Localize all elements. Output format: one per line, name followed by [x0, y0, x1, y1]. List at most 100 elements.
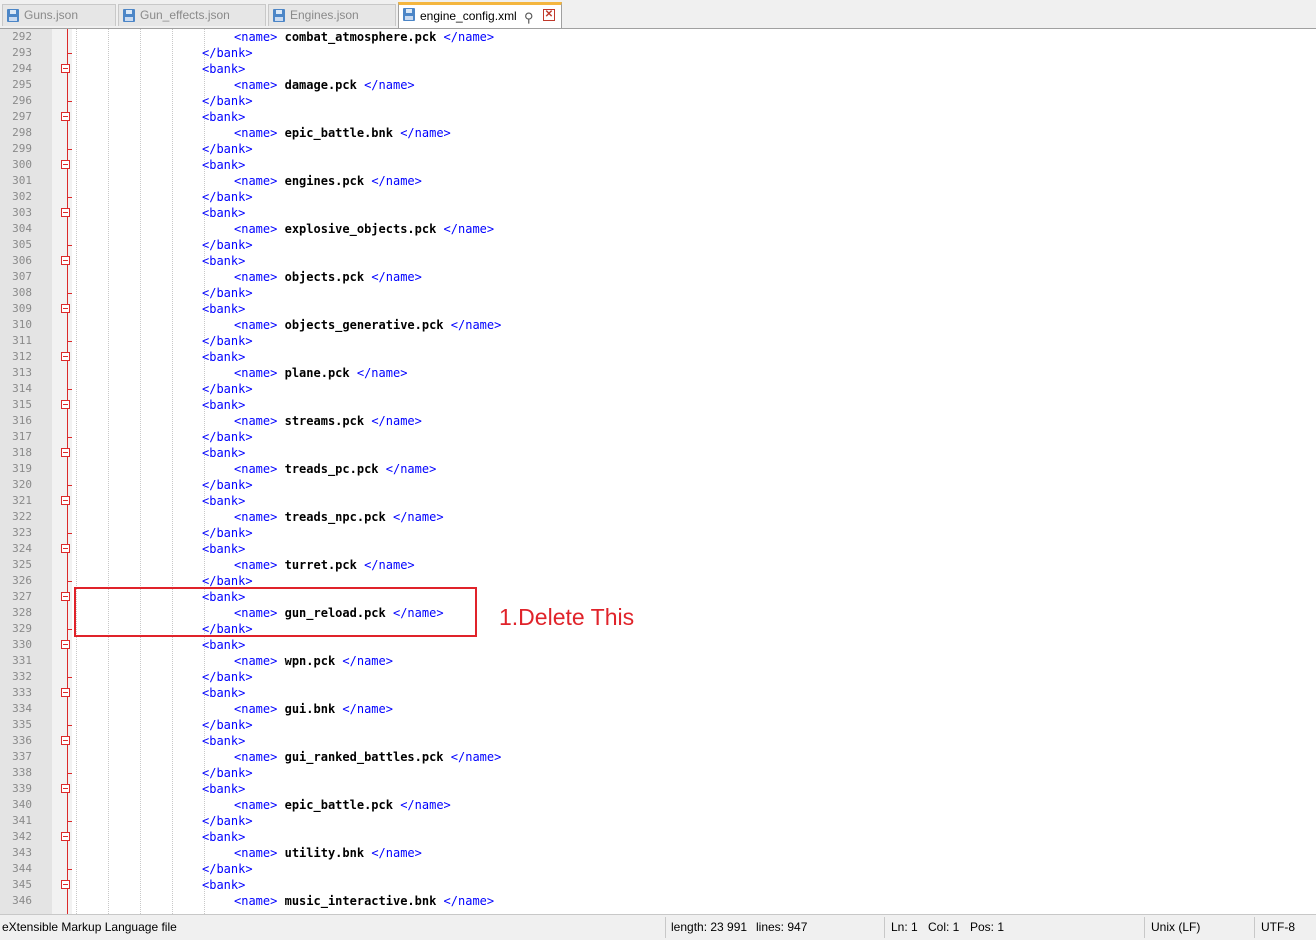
- code-line[interactable]: 312 <bank>: [0, 349, 1316, 365]
- fold-collapse-icon[interactable]: [61, 640, 70, 649]
- code-text: </bank>: [202, 381, 253, 397]
- code-line[interactable]: 315 <bank>: [0, 397, 1316, 413]
- status-divider: [1254, 917, 1255, 938]
- fold-collapse-icon[interactable]: [61, 112, 70, 121]
- close-icon[interactable]: ✕: [543, 9, 555, 21]
- code-line[interactable]: 299 </bank>: [0, 141, 1316, 157]
- code-line[interactable]: 337 <name> gui_ranked_battles.pck </name>: [0, 749, 1316, 765]
- code-line[interactable]: 333 <bank>: [0, 685, 1316, 701]
- code-line[interactable]: 292 <name> combat_atmosphere.pck </name>: [0, 29, 1316, 45]
- code-line[interactable]: 346 <name> music_interactive.bnk </name>: [0, 893, 1316, 909]
- tab-engine-config-xml[interactable]: engine_config.xml ⚲ ✕: [398, 2, 562, 28]
- line-number: 343: [12, 846, 32, 859]
- line-number: 320: [12, 478, 32, 491]
- code-line[interactable]: 320 </bank>: [0, 477, 1316, 493]
- line-number: 323: [12, 526, 32, 539]
- status-file-type: eXtensible Markup Language file: [2, 920, 177, 934]
- code-line[interactable]: 319 <name> treads_pc.pck </name>: [0, 461, 1316, 477]
- code-line[interactable]: 302 </bank>: [0, 189, 1316, 205]
- code-line[interactable]: 293 </bank>: [0, 45, 1316, 61]
- xml-close-tag: </bank>: [202, 142, 253, 156]
- code-line[interactable]: 324 <bank>: [0, 541, 1316, 557]
- fold-collapse-icon[interactable]: [61, 256, 70, 265]
- code-line[interactable]: 295 <name> damage.pck </name>: [0, 77, 1316, 93]
- code-line[interactable]: 307 <name> objects.pck </name>: [0, 269, 1316, 285]
- code-line[interactable]: 314 </bank>: [0, 381, 1316, 397]
- code-line[interactable]: 343 <name> utility.bnk </name>: [0, 845, 1316, 861]
- code-line[interactable]: 342 <bank>: [0, 829, 1316, 845]
- fold-collapse-icon[interactable]: [61, 400, 70, 409]
- code-text: <name> turret.pck </name>: [234, 557, 415, 573]
- code-line[interactable]: 331 <name> wpn.pck </name>: [0, 653, 1316, 669]
- line-number: 296: [12, 94, 32, 107]
- code-line[interactable]: 308 </bank>: [0, 285, 1316, 301]
- code-line[interactable]: 306 <bank>: [0, 253, 1316, 269]
- code-line[interactable]: 301 <name> engines.pck </name>: [0, 173, 1316, 189]
- code-line[interactable]: 325 <name> turret.pck </name>: [0, 557, 1316, 573]
- fold-collapse-icon[interactable]: [61, 736, 70, 745]
- code-line[interactable]: 300 <bank>: [0, 157, 1316, 173]
- xml-open-tag: <bank>: [202, 158, 246, 172]
- code-line[interactable]: 298 <name> epic_battle.bnk </name>: [0, 125, 1316, 141]
- xml-close-tag: </name>: [450, 318, 502, 332]
- fold-collapse-icon[interactable]: [61, 208, 70, 217]
- code-text: <bank>: [202, 637, 245, 653]
- xml-text-value: gui.bnk: [284, 702, 336, 716]
- fold-collapse-icon[interactable]: [61, 592, 70, 601]
- code-text: <name> plane.pck </name>: [234, 365, 407, 381]
- code-line[interactable]: 345 <bank>: [0, 877, 1316, 893]
- code-line[interactable]: 336 <bank>: [0, 733, 1316, 749]
- pin-icon[interactable]: ⚲: [524, 7, 534, 28]
- code-line[interactable]: 332 </bank>: [0, 669, 1316, 685]
- fold-collapse-icon[interactable]: [61, 352, 70, 361]
- fold-collapse-icon[interactable]: [61, 688, 70, 697]
- code-line[interactable]: 305 </bank>: [0, 237, 1316, 253]
- code-editor[interactable]: 292 <name> combat_atmosphere.pck </name> 2…: [0, 29, 1316, 914]
- tab-guns-json[interactable]: Guns.json: [2, 4, 116, 26]
- code-line[interactable]: 294 <bank>: [0, 61, 1316, 77]
- code-line[interactable]: 341 </bank>: [0, 813, 1316, 829]
- line-number: 328: [12, 606, 32, 619]
- tab-engines-json[interactable]: Engines.json: [268, 4, 396, 26]
- fold-collapse-icon[interactable]: [61, 304, 70, 313]
- code-line[interactable]: 304 <name> explosive_objects.pck </name>: [0, 221, 1316, 237]
- code-line[interactable]: 303 <bank>: [0, 205, 1316, 221]
- line-number: 308: [12, 286, 32, 299]
- xml-text-value: epic_battle.bnk: [284, 126, 393, 140]
- code-line[interactable]: 323 </bank>: [0, 525, 1316, 541]
- fold-end-marker: [67, 581, 72, 582]
- line-number: 307: [12, 270, 32, 283]
- fold-collapse-icon[interactable]: [61, 832, 70, 841]
- code-line[interactable]: 318 <bank>: [0, 445, 1316, 461]
- code-line[interactable]: 340 <name> epic_battle.pck </name>: [0, 797, 1316, 813]
- fold-collapse-icon[interactable]: [61, 544, 70, 553]
- code-line[interactable]: 296 </bank>: [0, 93, 1316, 109]
- tab-gun-effects-json[interactable]: Gun_effects.json: [118, 4, 266, 26]
- code-line[interactable]: 322 <name> treads_npc.pck </name>: [0, 509, 1316, 525]
- fold-collapse-icon[interactable]: [61, 880, 70, 889]
- code-line[interactable]: 311 </bank>: [0, 333, 1316, 349]
- fold-collapse-icon[interactable]: [61, 784, 70, 793]
- xml-open-tag: <name>: [234, 30, 278, 44]
- code-line[interactable]: 297 <bank>: [0, 109, 1316, 125]
- code-text: <name> gui_ranked_battles.pck </name>: [234, 749, 501, 765]
- code-line[interactable]: 310 <name> objects_generative.pck </name>: [0, 317, 1316, 333]
- code-line[interactable]: 338 </bank>: [0, 765, 1316, 781]
- code-line[interactable]: 344 </bank>: [0, 861, 1316, 877]
- code-line[interactable]: 334 <name> gui.bnk </name>: [0, 701, 1316, 717]
- code-line[interactable]: 335 </bank>: [0, 717, 1316, 733]
- code-line[interactable]: 317 </bank>: [0, 429, 1316, 445]
- code-line[interactable]: 316 <name> streams.pck </name>: [0, 413, 1316, 429]
- fold-collapse-icon[interactable]: [61, 496, 70, 505]
- code-line[interactable]: 313 <name> plane.pck </name>: [0, 365, 1316, 381]
- fold-collapse-icon[interactable]: [61, 64, 70, 73]
- code-line[interactable]: 309 <bank>: [0, 301, 1316, 317]
- line-number: 299: [12, 142, 32, 155]
- line-number: 295: [12, 78, 32, 91]
- code-line[interactable]: 339 <bank>: [0, 781, 1316, 797]
- fold-collapse-icon[interactable]: [61, 160, 70, 169]
- line-number: 309: [12, 302, 32, 315]
- code-line[interactable]: 330 <bank>: [0, 637, 1316, 653]
- fold-collapse-icon[interactable]: [61, 448, 70, 457]
- code-line[interactable]: 321 <bank>: [0, 493, 1316, 509]
